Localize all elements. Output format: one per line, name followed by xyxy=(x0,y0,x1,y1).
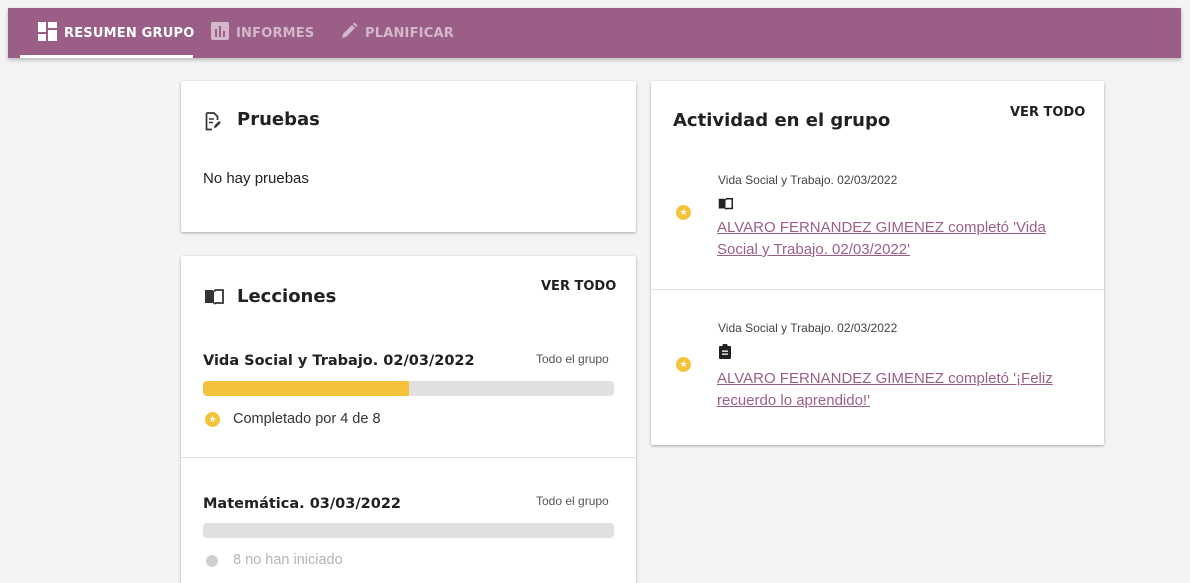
book-icon xyxy=(204,289,224,310)
tests-card: Pruebas No hay pruebas xyxy=(181,81,636,232)
activity-link[interactable]: ALVARO FERNANDEZ GIMENEZ completó 'Vida … xyxy=(717,217,1087,261)
pencil-icon xyxy=(340,22,358,44)
activity-title: Actividad en el grupo xyxy=(673,110,891,131)
grey-dot-icon xyxy=(206,555,218,567)
top-nav-bar: RESUMEN GRUPO INFORMES PLANIFICAR xyxy=(8,8,1181,58)
lesson-title: Vida Social y Trabajo. 02/03/2022 xyxy=(203,353,475,369)
star-icon: ★ xyxy=(676,205,691,220)
bar-chart-icon xyxy=(211,22,229,44)
lesson-title: Matemática. 03/03/2022 xyxy=(203,496,402,512)
lessons-title: Lecciones xyxy=(237,286,337,307)
lessons-card: Lecciones VER TODO Vida Social y Trabajo… xyxy=(181,256,636,583)
lesson-scope: Todo el grupo xyxy=(536,494,609,508)
tab-label: PLANIFICAR xyxy=(365,25,454,41)
tab-label: INFORMES xyxy=(236,25,315,41)
tab-label: RESUMEN GRUPO xyxy=(64,25,195,41)
star-icon: ★ xyxy=(676,357,691,372)
activity-meta: Vida Social y Trabajo. 02/03/2022 xyxy=(718,173,898,187)
divider xyxy=(181,457,636,458)
lesson-progress-bar xyxy=(203,381,614,396)
dashboard-icon xyxy=(38,21,57,45)
lessons-view-all-button[interactable]: VER TODO xyxy=(541,279,616,294)
tests-title: Pruebas xyxy=(237,109,320,130)
star-icon: ★ xyxy=(205,412,220,427)
tab-informes[interactable]: INFORMES xyxy=(211,8,314,58)
lesson-status: Completado por 4 de 8 xyxy=(233,411,381,427)
lesson-progress-fill xyxy=(203,381,409,396)
clipboard-icon xyxy=(719,344,731,364)
tab-planificar[interactable]: PLANIFICAR xyxy=(340,8,454,58)
tab-resumen-grupo[interactable]: RESUMEN GRUPO xyxy=(38,8,194,58)
lesson-progress-bar xyxy=(203,523,614,538)
divider xyxy=(651,289,1104,290)
activity-link[interactable]: ALVARO FERNANDEZ GIMENEZ completó '¡Feli… xyxy=(717,368,1087,412)
tests-empty-text: No hay pruebas xyxy=(203,170,309,187)
active-tab-indicator xyxy=(20,55,193,58)
activity-meta: Vida Social y Trabajo. 02/03/2022 xyxy=(718,321,898,335)
edit-document-icon xyxy=(205,112,221,136)
book-icon xyxy=(718,197,733,215)
lesson-status: 8 no han iniciado xyxy=(233,552,343,568)
activity-card: Actividad en el grupo VER TODO Vida Soci… xyxy=(651,81,1104,445)
lesson-scope: Todo el grupo xyxy=(536,352,609,366)
activity-view-all-button[interactable]: VER TODO xyxy=(1010,105,1085,120)
